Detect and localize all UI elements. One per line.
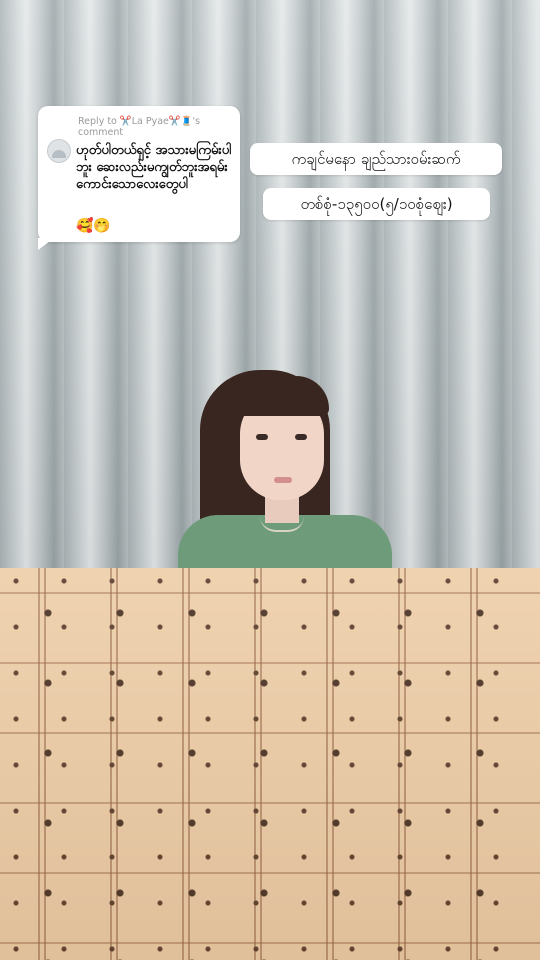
reply-suffix: comment	[78, 127, 124, 138]
patterned-fabric	[0, 568, 540, 960]
commenter-avatar[interactable]	[47, 139, 71, 163]
caption-product-name: ကချင်မနော ချည်သားဝမ်းဆက်	[250, 143, 502, 175]
presenter	[170, 370, 400, 590]
reply-comment-text: ဟုတ်ပါတယ်ရှင့် အသားမကြမ်းပါဘူး ဆေးလည်းမက…	[76, 143, 232, 192]
reply-comment-bubble[interactable]: Reply to ✂️La Pyae✂️🧵's comment ဟုတ်ပါတယ…	[38, 106, 240, 242]
caption-price: တစ်စုံ-၁၃၅၀၀(၅/၁၀စုံဈေး)	[263, 188, 490, 220]
presenter-eye-right	[295, 434, 307, 440]
reply-username[interactable]: ✂️La Pyae✂️🧵's	[120, 116, 200, 127]
reply-header: Reply to ✂️La Pyae✂️🧵's comment	[78, 116, 232, 138]
presenter-bangs	[235, 376, 329, 416]
reply-bubble-tail	[38, 238, 54, 250]
reply-emojis: 🥰🤭	[76, 218, 111, 234]
presenter-eye-left	[256, 434, 268, 440]
reply-prefix: Reply to	[78, 116, 117, 127]
presenter-mouth	[274, 477, 292, 483]
